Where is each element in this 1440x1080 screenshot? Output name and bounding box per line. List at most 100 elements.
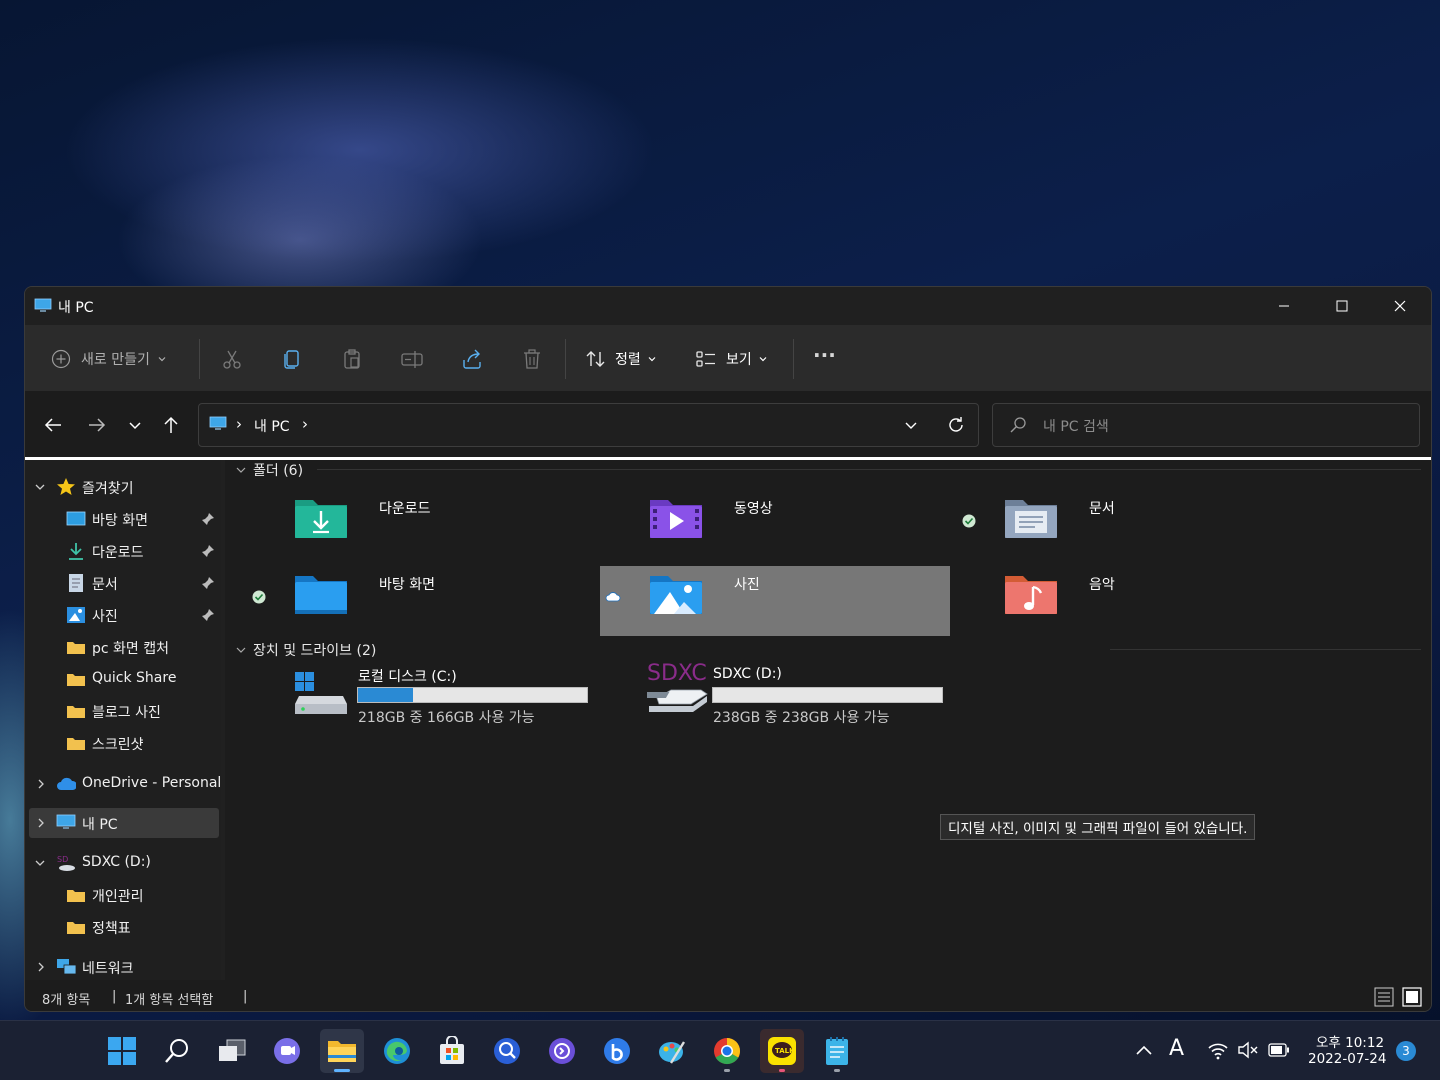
file-explorer-taskbar-button[interactable] xyxy=(320,1029,364,1073)
folder-tile-videos[interactable]: 동영상 xyxy=(600,490,950,560)
details-view-button[interactable] xyxy=(1374,987,1394,1011)
edge-button[interactable] xyxy=(375,1029,419,1073)
arrow-left-icon xyxy=(44,418,61,432)
tiles-view-button[interactable] xyxy=(1402,987,1422,1011)
sidebar-item-desktop[interactable]: 바탕 화면 xyxy=(25,504,221,534)
sidebar-item-pictures[interactable]: 사진 xyxy=(25,600,221,630)
drive-tile-d[interactable]: SDXC SDXC (D:) 238GB 중 238GB 사용 가능 xyxy=(641,661,947,736)
chevron-down-icon xyxy=(759,357,767,362)
delete-button[interactable] xyxy=(520,347,544,371)
kakaotalk-button[interactable]: TALK xyxy=(760,1029,804,1073)
status-separator: | xyxy=(112,989,117,1004)
chevron-up-icon xyxy=(1136,1045,1152,1055)
sidebar-item-label: 내 PC xyxy=(82,817,118,833)
pin-icon xyxy=(202,513,214,525)
notepad-button[interactable] xyxy=(815,1029,859,1073)
sidebar-item-quick-share[interactable]: Quick Share xyxy=(25,664,221,694)
folders-header-label: 폴더 (6) xyxy=(253,463,304,479)
sidebar-item-this-pc[interactable]: 내 PC xyxy=(29,808,219,838)
view-button[interactable]: 보기 xyxy=(695,345,768,373)
sidebar-item-policy[interactable]: 정책표 xyxy=(25,912,221,942)
drives-group-header[interactable]: 장치 및 드라이브 (2) xyxy=(235,640,376,660)
running-indicator xyxy=(724,1069,730,1072)
paint-button[interactable] xyxy=(650,1029,694,1073)
folder-tile-pictures[interactable]: 사진 xyxy=(600,566,950,636)
sidebar-item-label: pc 화면 캡처 xyxy=(92,641,170,657)
drive-tile-c[interactable]: 로컬 디스크 (C:) 218GB 중 166GB 사용 가능 xyxy=(293,666,593,736)
sidebar-item-sdxc[interactable]: SD SDXC (D:) xyxy=(25,848,221,878)
folder-name: 문서 xyxy=(1089,501,1115,517)
new-button[interactable]: 새로 만들기 xyxy=(51,345,167,373)
refresh-button[interactable] xyxy=(946,415,966,439)
folder-tile-documents[interactable]: 문서 xyxy=(955,490,1305,560)
sidebar-item-screenshots[interactable]: 스크린샷 xyxy=(25,728,221,758)
sidebar-item-documents[interactable]: 문서 xyxy=(25,568,221,598)
store-button[interactable] xyxy=(430,1029,474,1073)
back-button[interactable] xyxy=(41,413,65,437)
forward-button[interactable] xyxy=(85,413,109,437)
local-disk-icon xyxy=(293,668,349,720)
pin-icon xyxy=(202,577,214,589)
quick-assist-button[interactable] xyxy=(540,1029,584,1073)
notification-badge[interactable]: 3 xyxy=(1396,1041,1416,1061)
minimize-icon xyxy=(1279,305,1289,307)
svg-text:TALK: TALK xyxy=(775,1047,795,1055)
ime-indicator[interactable]: A xyxy=(1169,1036,1184,1061)
task-view-button[interactable] xyxy=(210,1029,254,1073)
file-explorer-window: 내 PC 새로 만들기 정렬 보기 ··· › 내 PC › 내 PC 검색 즐… xyxy=(24,286,1432,1012)
more-options-button[interactable]: ··· xyxy=(813,341,836,369)
sidebar-item-favorites[interactable]: 즐겨찾기 xyxy=(25,472,221,502)
battery-icon[interactable] xyxy=(1268,1043,1290,1061)
chrome-button[interactable] xyxy=(705,1029,749,1073)
address-bar[interactable]: › 내 PC › xyxy=(198,403,979,447)
minimize-button[interactable] xyxy=(1255,287,1313,325)
teams-chat-button[interactable] xyxy=(265,1029,309,1073)
up-button[interactable] xyxy=(159,413,183,437)
drive-usage-fill xyxy=(358,688,413,702)
maximize-button[interactable] xyxy=(1313,287,1371,325)
running-indicator xyxy=(779,1069,785,1072)
show-hidden-icons-button[interactable] xyxy=(1134,1041,1154,1065)
sidebar-item-blog-photos[interactable]: 블로그 사진 xyxy=(25,696,221,726)
speaker-muted-icon[interactable] xyxy=(1238,1041,1260,1063)
breadcrumb-separator[interactable]: › xyxy=(236,415,242,433)
sort-button[interactable]: 정렬 xyxy=(585,345,657,373)
copy-button[interactable] xyxy=(280,347,304,371)
clock-time[interactable]: 오후 10:12 xyxy=(1316,1031,1384,1051)
close-button[interactable] xyxy=(1371,287,1429,325)
drives-header-label: 장치 및 드라이브 (2) xyxy=(253,643,377,659)
search-app-button[interactable] xyxy=(485,1029,529,1073)
item-count: 8개 항목 xyxy=(42,993,91,1008)
this-pc-icon xyxy=(34,298,52,318)
folder-tile-music[interactable]: 음악 xyxy=(955,566,1305,636)
address-history-button[interactable] xyxy=(903,417,919,437)
folders-group-header[interactable]: 폴더 (6) xyxy=(235,460,303,480)
sidebar-item-personal[interactable]: 개인관리 xyxy=(25,880,221,910)
folder-tile-desktop[interactable]: 바탕 화면 xyxy=(245,566,595,636)
sidebar-item-downloads[interactable]: 다운로드 xyxy=(25,536,221,566)
paste-button[interactable] xyxy=(340,347,364,371)
wifi-icon[interactable] xyxy=(1207,1040,1229,1064)
copy-icon xyxy=(284,350,299,369)
cut-button[interactable] xyxy=(220,347,244,371)
taskbar-search-button[interactable] xyxy=(155,1029,199,1073)
clock-date[interactable]: 2022-07-24 xyxy=(1308,1051,1386,1067)
breadcrumb-this-pc[interactable]: 내 PC xyxy=(254,416,290,436)
sidebar-item-pc-capture[interactable]: pc 화면 캡처 xyxy=(25,632,221,662)
sidebar-item-onedrive[interactable]: OneDrive - Personal xyxy=(25,769,221,799)
sidebar-item-network[interactable]: 네트워크 xyxy=(25,952,221,982)
paste-icon xyxy=(344,349,360,369)
refresh-icon xyxy=(949,417,963,432)
folder-tile-downloads[interactable]: 다운로드 xyxy=(245,490,595,560)
share-button[interactable] xyxy=(460,347,484,371)
breadcrumb-separator[interactable]: › xyxy=(302,415,308,433)
document-icon xyxy=(66,573,86,593)
drive-capacity: 218GB 중 166GB 사용 가능 xyxy=(358,710,535,726)
start-button[interactable] xyxy=(100,1029,144,1073)
folder-name: 동영상 xyxy=(734,501,773,517)
rename-button[interactable] xyxy=(400,347,424,371)
bixby-button[interactable] xyxy=(595,1029,639,1073)
star-icon xyxy=(56,477,76,497)
search-input[interactable]: 내 PC 검색 xyxy=(992,403,1420,447)
recent-locations-button[interactable] xyxy=(123,413,147,437)
